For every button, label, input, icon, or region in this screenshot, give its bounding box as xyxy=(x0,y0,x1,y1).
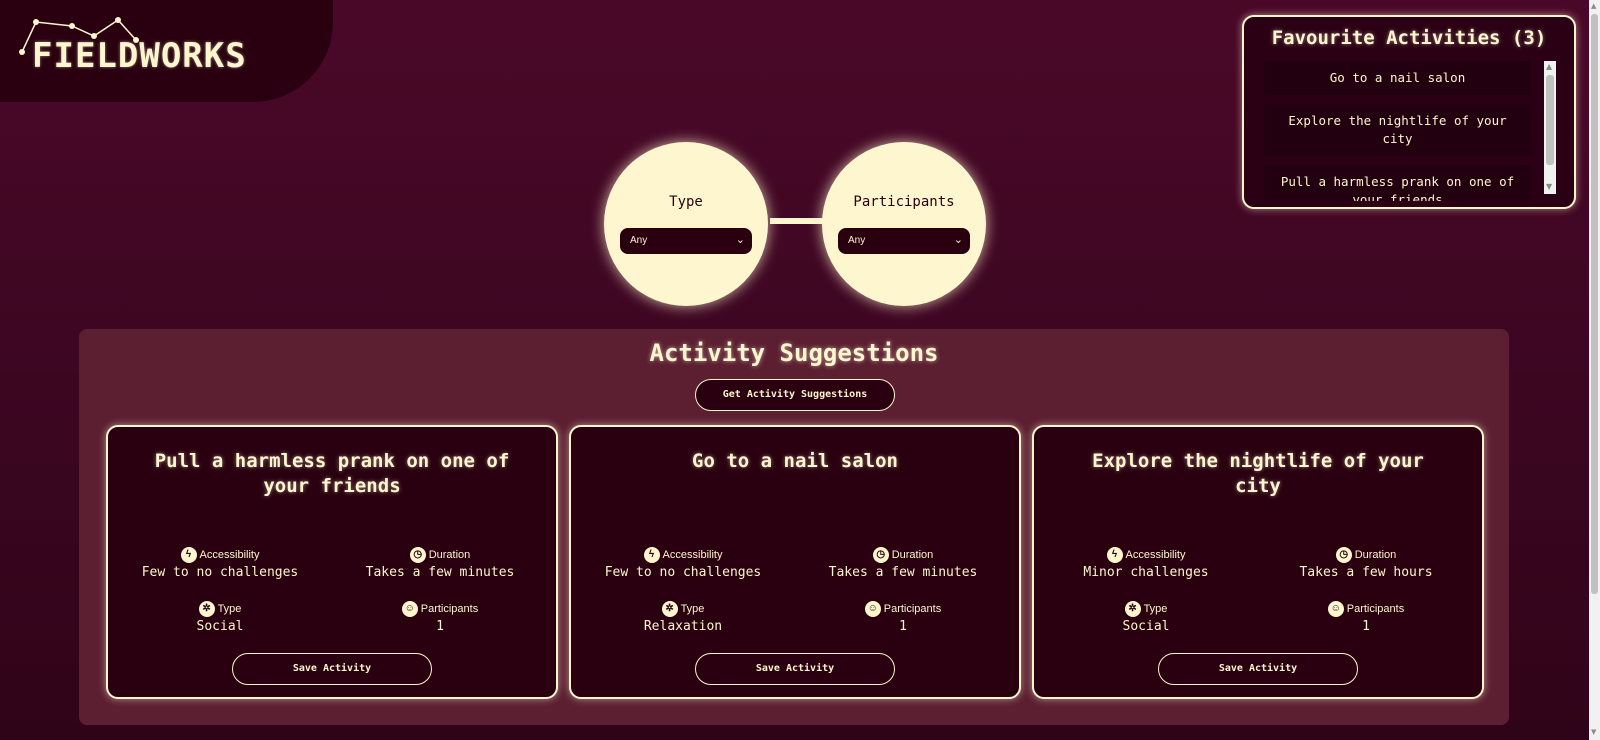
scrollbar-thumb[interactable] xyxy=(1546,75,1554,165)
filter-connector xyxy=(770,218,824,224)
suggestions-panel: Activity Suggestions Get Activity Sugges… xyxy=(79,329,1509,725)
save-activity-button[interactable]: Save Activity xyxy=(1158,653,1358,685)
scroll-up-icon[interactable]: ▲ xyxy=(1591,2,1596,10)
type-value: Social xyxy=(196,619,244,635)
type-icon: ✲ xyxy=(198,601,215,618)
participants-stat: ☺ Participants 1 xyxy=(1266,601,1466,634)
duration-label: Duration xyxy=(891,549,934,561)
participants-stat: ☺ Participants 1 xyxy=(803,601,1003,634)
type-filter-label: Type xyxy=(669,194,703,210)
activity-card: Go to a nail salon ϟ Accessibility Few to… xyxy=(569,425,1021,699)
favourite-item[interactable]: Go to a nail salon xyxy=(1264,61,1531,95)
scrollbar-thumb[interactable] xyxy=(1591,14,1598,594)
type-stat: ✲ Type Social xyxy=(120,601,320,634)
chevron-down-icon: ⌄ xyxy=(735,234,745,246)
duration-value: Takes a few minutes xyxy=(828,565,978,581)
accessibility-stat: ϟ Accessibility Few to no challenges xyxy=(583,547,783,580)
accessibility-value: Few to no challenges xyxy=(141,565,299,581)
accessibility-value: Few to no challenges xyxy=(604,565,762,581)
clock-icon: ◷ xyxy=(872,547,889,564)
participants-stat: ☺ Participants 1 xyxy=(340,601,540,634)
duration-value: Takes a few minutes xyxy=(365,565,515,581)
activity-card: Pull a harmless prank on one of your fri… xyxy=(106,425,558,699)
type-select-value: Any xyxy=(630,235,648,246)
participants-select-value: Any xyxy=(848,235,866,246)
type-label: Type xyxy=(680,603,705,615)
duration-label: Duration xyxy=(428,549,471,561)
type-icon: ✲ xyxy=(1124,601,1141,618)
people-icon: ☺ xyxy=(864,601,881,618)
logo-area: FIELDWORKS xyxy=(0,0,333,102)
favourites-list: Go to a nail salon Explore the nightlife… xyxy=(1264,61,1531,201)
participants-select[interactable]: Any ⌄ xyxy=(838,228,970,254)
favourites-scrollbar[interactable]: ▲ ▼ xyxy=(1544,61,1556,194)
activity-title: Go to a nail salon xyxy=(692,450,898,472)
chevron-down-icon: ⌄ xyxy=(953,234,963,246)
lightning-icon: ϟ xyxy=(1106,547,1123,564)
type-filter: Type Any ⌄ xyxy=(604,142,768,306)
accessibility-label: Accessibility xyxy=(199,549,260,561)
type-stat: ✲ Type Social xyxy=(1046,601,1246,634)
get-suggestions-button[interactable]: Get Activity Suggestions xyxy=(695,379,895,411)
page-scrollbar[interactable]: ▲ ▼ xyxy=(1589,0,1600,740)
participants-filter: Participants Any ⌄ xyxy=(822,142,986,306)
participants-label: Participants xyxy=(1346,603,1405,615)
type-icon: ✲ xyxy=(661,601,678,618)
scroll-up-icon[interactable]: ▲ xyxy=(1546,63,1552,71)
activity-title: Pull a harmless prank on one of your fri… xyxy=(154,450,510,497)
type-label: Type xyxy=(1143,603,1168,615)
lightning-icon: ϟ xyxy=(180,547,197,564)
accessibility-stat: ϟ Accessibility Minor challenges xyxy=(1046,547,1246,580)
people-icon: ☺ xyxy=(401,601,418,618)
accessibility-value: Minor challenges xyxy=(1083,565,1209,581)
accessibility-stat: ϟ Accessibility Few to no challenges xyxy=(120,547,320,580)
favourite-item[interactable]: Explore the nightlife of your city xyxy=(1264,104,1531,156)
type-stat: ✲ Type Relaxation xyxy=(583,601,783,634)
scroll-down-icon[interactable]: ▼ xyxy=(1546,183,1552,191)
accessibility-label: Accessibility xyxy=(1125,549,1186,561)
type-value: Social xyxy=(1122,619,1170,635)
logo-text: FIELDWORKS xyxy=(32,36,247,76)
type-value: Relaxation xyxy=(643,619,723,635)
type-select[interactable]: Any ⌄ xyxy=(620,228,752,254)
accessibility-label: Accessibility xyxy=(662,549,723,561)
favourites-panel: Favourite Activities (3) Go to a nail sa… xyxy=(1242,15,1576,209)
participants-label: Participants xyxy=(420,603,479,615)
people-icon: ☺ xyxy=(1327,601,1344,618)
suggestions-title: Activity Suggestions xyxy=(649,339,939,367)
participants-label: Participants xyxy=(883,603,942,615)
lightning-icon: ϟ xyxy=(643,547,660,564)
scroll-down-icon[interactable]: ▼ xyxy=(1591,728,1596,736)
save-activity-button[interactable]: Save Activity xyxy=(232,653,432,685)
clock-icon: ◷ xyxy=(1335,547,1352,564)
participants-filter-label: Participants xyxy=(853,194,955,210)
duration-value: Takes a few hours xyxy=(1299,565,1433,581)
duration-stat: ◷ Duration Takes a few minutes xyxy=(340,547,540,580)
favourites-title: Favourite Activities (3) xyxy=(1271,27,1547,49)
duration-stat: ◷ Duration Takes a few minutes xyxy=(803,547,1003,580)
activity-title: Explore the nightlife of your city xyxy=(1092,450,1424,497)
duration-stat: ◷ Duration Takes a few hours xyxy=(1266,547,1466,580)
clock-icon: ◷ xyxy=(409,547,426,564)
type-label: Type xyxy=(217,603,242,615)
activity-card: Explore the nightlife of your city ϟ Acce… xyxy=(1032,425,1484,699)
save-activity-button[interactable]: Save Activity xyxy=(695,653,895,685)
participants-value: 1 xyxy=(1362,619,1370,635)
participants-value: 1 xyxy=(899,619,907,635)
duration-label: Duration xyxy=(1354,549,1397,561)
favourite-item[interactable]: Pull a harmless prank on one of your fri… xyxy=(1264,165,1531,201)
participants-value: 1 xyxy=(436,619,444,635)
